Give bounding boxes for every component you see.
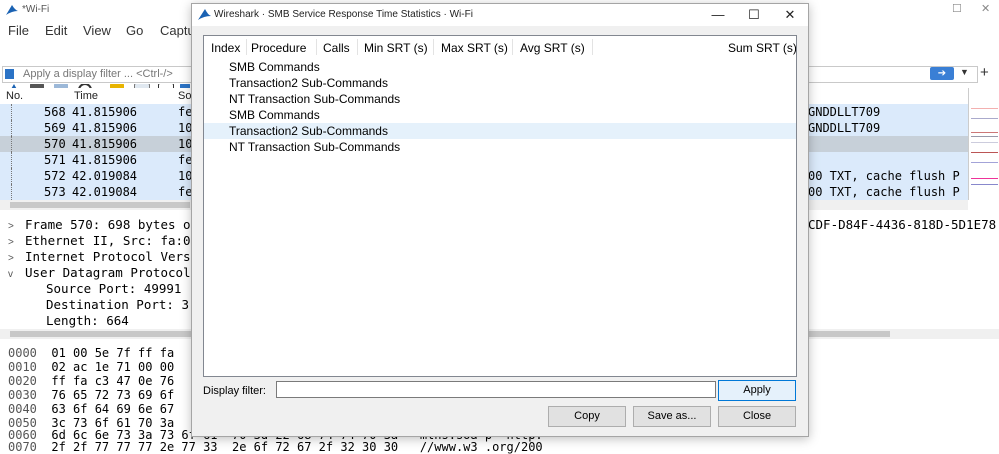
close-icon[interactable]: ✕ [772, 4, 808, 26]
display-filter-label: Display filter: [203, 385, 266, 397]
hex-line: 0040 63 6f 64 69 6e 67 [8, 402, 175, 416]
dialog-title: Wireshark · SMB Service Response Time St… [214, 9, 473, 20]
detail-ethernet[interactable]: Ethernet II, Src: fa:0 [25, 233, 191, 248]
col-max-srt[interactable]: Max SRT (s) [441, 41, 508, 55]
srt-row[interactable]: NT Transaction Sub-Commands [204, 91, 796, 107]
detail-right-text: CDF-D84F-4436-818D-5D1E78 [808, 217, 997, 232]
detail-frame[interactable]: Frame 570: 698 bytes o [25, 217, 191, 232]
col-index[interactable]: Index [211, 41, 240, 55]
main-close-icon[interactable]: ✕ [981, 2, 990, 15]
srt-row[interactable]: NT Transaction Sub-Commands [204, 139, 796, 155]
menu-capture[interactable]: Captu [160, 23, 195, 38]
hex-line: 0010 02 ac 1e 71 00 00 [8, 360, 175, 374]
filter-dropdown-icon[interactable]: ▼ [960, 67, 969, 77]
dialog-titlebar[interactable]: Wireshark · SMB Service Response Time St… [192, 4, 808, 26]
menu-go[interactable]: Go [126, 23, 143, 38]
hex-line: 0030 76 65 72 73 69 6f [8, 388, 175, 402]
menu-file[interactable]: File [8, 23, 29, 38]
col-procedure[interactable]: Procedure [251, 41, 306, 55]
wireshark-fin-icon [198, 9, 211, 20]
srt-row[interactable]: SMB Commands [204, 107, 796, 123]
bookmark-icon[interactable] [5, 69, 14, 79]
wireshark-fin-icon [6, 5, 18, 15]
menu-view[interactable]: View [83, 23, 111, 38]
hex-line: 0070 2f 2f 77 77 77 2e 77 33 2e 6f 72 67… [8, 440, 543, 454]
detail-destination-port[interactable]: Destination Port: 3 [46, 297, 189, 312]
srt-tree-header: Index Procedure Calls Min SRT (s) Max SR… [204, 36, 796, 58]
detail-length[interactable]: Length: 664 [46, 313, 129, 328]
detail-ip[interactable]: Internet Protocol Vers [25, 249, 191, 264]
srt-row-highlighted[interactable]: Transaction2 Sub-Commands [204, 123, 796, 139]
copy-button[interactable]: Copy [548, 406, 626, 427]
col-time[interactable]: Time [74, 90, 98, 102]
col-sum-srt[interactable]: Sum SRT (s) [728, 41, 796, 55]
apply-filter-arrow-icon[interactable]: ➔ [930, 67, 954, 80]
detail-udp[interactable]: User Datagram Protocol [25, 265, 191, 280]
main-maximize-icon[interactable]: ☐ [952, 2, 962, 15]
minimize-icon[interactable]: — [700, 4, 736, 26]
srt-statistics-tree[interactable]: Index Procedure Calls Min SRT (s) Max SR… [203, 35, 797, 377]
main-filter-placeholder: Apply a display filter ... <Ctrl-/> [23, 68, 173, 80]
col-calls[interactable]: Calls [323, 41, 350, 55]
close-button[interactable]: Close [718, 406, 796, 427]
hex-line: 0020 ff fa c3 47 0e 76 [8, 374, 175, 388]
hex-line: 0000 01 00 5e 7f ff fa [8, 346, 175, 360]
packet-minimap[interactable] [968, 88, 999, 200]
save-as-button[interactable]: Save as... [633, 406, 711, 427]
col-min-srt[interactable]: Min SRT (s) [364, 41, 428, 55]
col-source[interactable]: So [178, 90, 191, 102]
col-avg-srt[interactable]: Avg SRT (s) [520, 41, 585, 55]
main-display-filter-input[interactable]: Apply a display filter ... <Ctrl-/> [2, 66, 192, 83]
maximize-icon[interactable]: ☐ [736, 4, 772, 26]
col-no[interactable]: No. [6, 90, 23, 102]
srt-row[interactable]: Transaction2 Sub-Commands [204, 75, 796, 91]
smb-srt-dialog: Wireshark · SMB Service Response Time St… [191, 3, 809, 437]
detail-source-port[interactable]: Source Port: 49991 [46, 281, 181, 296]
main-window-title: *Wi-Fi [22, 4, 50, 15]
apply-button[interactable]: Apply [718, 380, 796, 401]
srt-row[interactable]: SMB Commands [204, 59, 796, 75]
display-filter-input[interactable] [276, 381, 716, 398]
menu-edit[interactable]: Edit [45, 23, 67, 38]
add-filter-button-icon[interactable]: + [980, 64, 989, 81]
